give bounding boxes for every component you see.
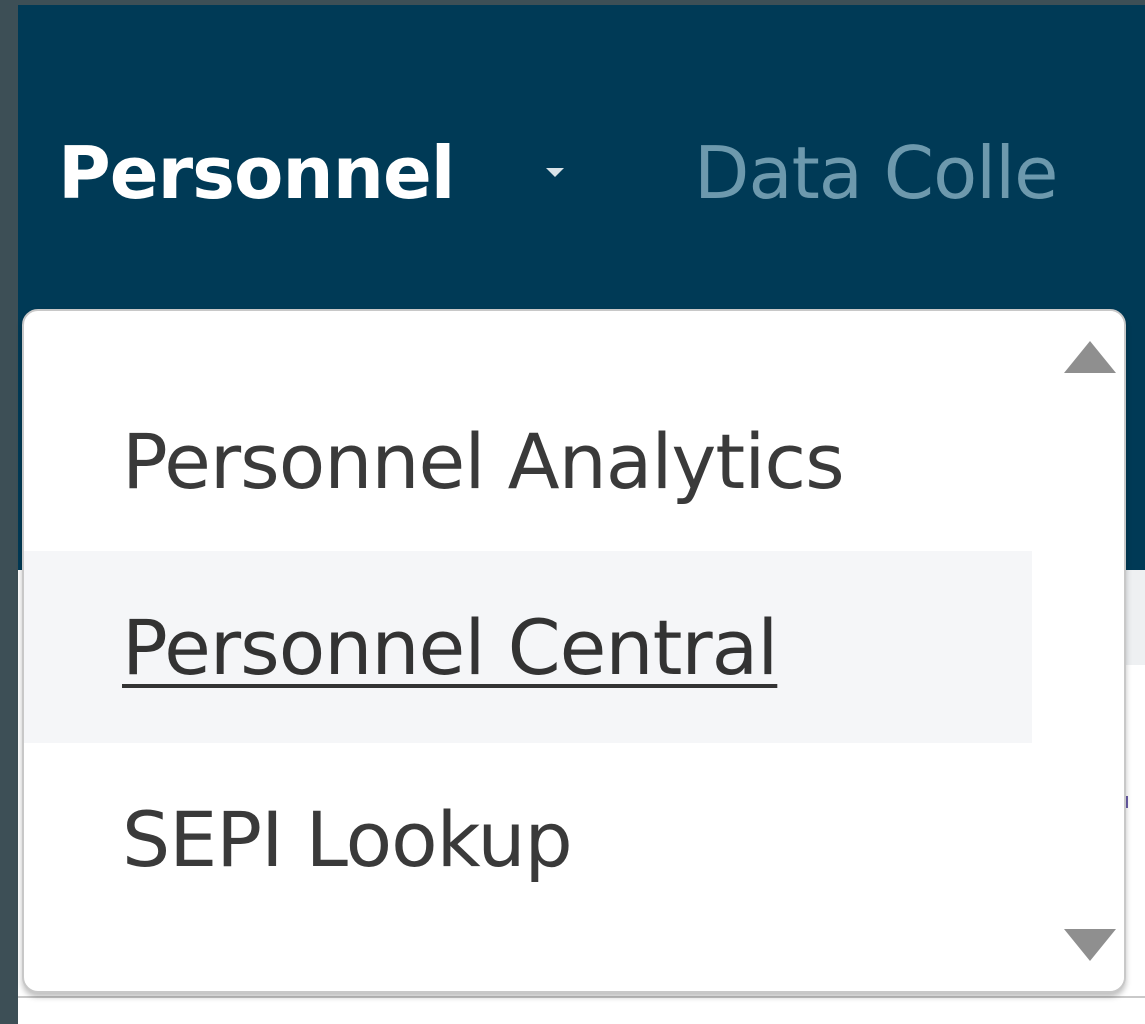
menu-item-personnel-central[interactable]: Personnel Central bbox=[24, 551, 1032, 743]
window-left-border bbox=[0, 0, 18, 1024]
nav-item-personnel[interactable]: Personnel bbox=[58, 128, 455, 218]
chevron-down-icon[interactable] bbox=[546, 168, 564, 177]
personnel-dropdown-menu: Personnel Analytics Personnel Central SE… bbox=[22, 309, 1126, 993]
triangle-up-icon[interactable] bbox=[1064, 341, 1116, 373]
dropdown-scrollbar[interactable] bbox=[1038, 311, 1124, 991]
menu-item-label: SEPI Lookup bbox=[122, 794, 573, 884]
menu-item-personnel-analytics[interactable]: Personnel Analytics bbox=[24, 365, 1032, 557]
menu-item-label: Personnel Central bbox=[122, 602, 778, 692]
nav-item-data-collection[interactable]: Data Colle bbox=[694, 128, 1058, 218]
menu-item-label: Personnel Analytics bbox=[122, 416, 845, 506]
menu-item-sepi-lookup[interactable]: SEPI Lookup bbox=[24, 743, 1032, 935]
content-divider bbox=[18, 996, 1145, 998]
triangle-down-icon[interactable] bbox=[1064, 929, 1116, 961]
page-content-marker bbox=[1126, 796, 1128, 808]
